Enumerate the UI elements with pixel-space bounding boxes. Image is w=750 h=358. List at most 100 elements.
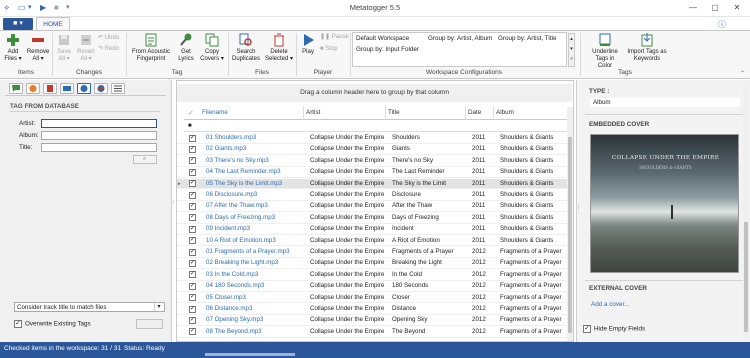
add-files-button[interactable]: Add Files ▾ bbox=[2, 32, 24, 63]
table-row[interactable]: ✓ 06 Disclosure.mp3 Collapse Under the Emp… bbox=[177, 190, 567, 201]
cell-title[interactable]: Fragments of a Prayer bbox=[390, 247, 470, 257]
cell-title[interactable]: Shoulders bbox=[390, 133, 470, 143]
group-by-area[interactable]: Drag a column header here to group by th… bbox=[177, 84, 572, 102]
row-checkbox[interactable]: ✓ bbox=[189, 202, 196, 210]
cell-date[interactable]: 2012 bbox=[470, 281, 498, 291]
cell-title[interactable]: A Riot of Emotion bbox=[390, 236, 470, 246]
table-row[interactable]: ✓ 01 Fragments of a Prayer.mp3 Collapse Un… bbox=[177, 247, 567, 258]
column-header-title[interactable]: Title bbox=[386, 106, 466, 120]
options-tab-icon[interactable] bbox=[111, 83, 125, 94]
tab-home[interactable]: HOME bbox=[36, 17, 70, 31]
collapse-ribbon-icon[interactable]: ⌃ bbox=[740, 70, 745, 77]
cell-artist[interactable]: Collapse Under the Empire bbox=[308, 258, 390, 268]
underline-tags-button[interactable]: Underline Tags in Color bbox=[588, 32, 622, 70]
cell-artist[interactable]: Collapse Under the Empire bbox=[308, 190, 390, 200]
cell-date[interactable]: 2012 bbox=[470, 293, 498, 303]
row-checkbox[interactable]: ✓ bbox=[189, 271, 196, 279]
row-checkbox[interactable]: ✓ bbox=[189, 157, 196, 165]
stop-icon[interactable]: ■ bbox=[54, 3, 59, 12]
workspace-config-item[interactable]: Group by: Artist, Title bbox=[498, 35, 556, 42]
table-row[interactable]: ✓ 10 A Riot of Emotion.mp3 Collapse Under … bbox=[177, 236, 567, 247]
overwrite-checkbox[interactable]: ✓ Overwrite Existing Tags bbox=[14, 320, 91, 328]
table-row[interactable]: ✓ 06 Distance.mp3 Collapse Under the Empir… bbox=[177, 304, 567, 315]
cell-artist[interactable]: Collapse Under the Empire bbox=[308, 281, 390, 291]
cell-date[interactable]: 2011 bbox=[470, 190, 498, 200]
cell-artist[interactable]: Collapse Under the Empire bbox=[308, 247, 390, 257]
splitter-handle[interactable]: ⁞ bbox=[578, 205, 581, 217]
cell-artist[interactable]: Collapse Under the Empire bbox=[308, 293, 390, 303]
minimize-icon[interactable]: — bbox=[685, 2, 701, 14]
pause-button[interactable]: ❚❚ Pause bbox=[320, 34, 349, 41]
row-checkbox[interactable]: ✓ bbox=[189, 316, 196, 324]
cell-title[interactable]: Breaking the Light bbox=[390, 258, 470, 268]
cell-artist[interactable]: Collapse Under the Empire bbox=[308, 270, 390, 280]
cell-date[interactable]: 2011 bbox=[470, 224, 498, 234]
table-row[interactable]: ✓ 03 In the Cold.mp3 Collapse Under the Em… bbox=[177, 270, 567, 281]
cell-filename[interactable]: 07 After the Thaw.mp3 bbox=[204, 201, 308, 211]
cell-album[interactable]: Shoulders & Giants bbox=[498, 144, 567, 154]
row-checkbox[interactable]: ✓ bbox=[189, 294, 196, 302]
cell-artist[interactable]: Collapse Under the Empire bbox=[308, 327, 390, 337]
add-cover-link[interactable]: Add a cover... bbox=[591, 301, 630, 308]
cell-title[interactable]: 180 Seconds bbox=[390, 281, 470, 291]
cell-filename[interactable]: 05 The Sky is the Limit.mp3 bbox=[204, 179, 308, 189]
workspace-config-item[interactable]: Group by: Input Folder bbox=[356, 46, 419, 53]
row-checkbox[interactable]: ✓ bbox=[189, 145, 196, 153]
row-checkbox[interactable]: ✓ bbox=[189, 214, 196, 222]
right-panel-scrollbar[interactable] bbox=[743, 82, 749, 340]
workspace-config-item[interactable]: Group by: Artist, Album bbox=[428, 35, 492, 42]
cell-album[interactable]: Shoulders & Giants bbox=[498, 236, 567, 246]
cell-date[interactable]: 2012 bbox=[470, 247, 498, 257]
match-option-select[interactable]: Consider track title to match files ▾ bbox=[14, 302, 165, 312]
table-row[interactable]: ✓ 03 There's no Sky.mp3 Collapse Under the… bbox=[177, 156, 567, 167]
cell-artist[interactable]: Collapse Under the Empire bbox=[308, 179, 390, 189]
remove-all-button[interactable]: Remove All ▾ bbox=[26, 32, 50, 63]
cell-artist[interactable]: Collapse Under the Empire bbox=[308, 201, 390, 211]
cell-title[interactable]: Opening Sky bbox=[390, 315, 470, 325]
row-checkbox[interactable]: ✓ bbox=[189, 248, 196, 256]
cell-date[interactable]: 2011 bbox=[470, 144, 498, 154]
cell-title[interactable]: The Last Reminder bbox=[390, 167, 470, 177]
cell-artist[interactable]: Collapse Under the Empire bbox=[308, 144, 390, 154]
cell-filename[interactable]: 08 The Beyond.mp3 bbox=[204, 327, 308, 337]
tag-editor-tab-icon[interactable] bbox=[9, 83, 23, 94]
cell-filename[interactable]: 06 Disclosure.mp3 bbox=[204, 190, 308, 200]
cell-artist[interactable]: Collapse Under the Empire bbox=[308, 213, 390, 223]
cell-date[interactable]: 2011 bbox=[470, 156, 498, 166]
title-input[interactable] bbox=[41, 143, 157, 152]
cell-date[interactable]: 2011 bbox=[470, 133, 498, 143]
folder-open-icon[interactable]: ▭ bbox=[18, 3, 26, 12]
column-header-album[interactable]: Album bbox=[494, 106, 568, 120]
hide-empty-fields-checkbox[interactable]: ✓ Hide Empty Fields bbox=[583, 325, 645, 333]
cell-title[interactable]: In the Cold bbox=[390, 270, 470, 280]
apply-button[interactable] bbox=[136, 319, 163, 329]
cell-filename[interactable]: 01 Shoulders.mp3 bbox=[204, 133, 308, 143]
cell-filename[interactable]: 02 Breaking the Light.mp3 bbox=[204, 258, 308, 268]
cell-artist[interactable]: Collapse Under the Empire bbox=[308, 133, 390, 143]
splitter-handle[interactable]: ⁞ bbox=[173, 200, 175, 212]
workspace-config-item[interactable]: Default Workspace bbox=[356, 35, 409, 42]
row-checkbox[interactable]: ✓ bbox=[189, 328, 196, 336]
cell-filename[interactable]: 08 Days of Freezing.mp3 bbox=[204, 213, 308, 223]
cell-date[interactable]: 2011 bbox=[470, 236, 498, 246]
cell-title[interactable]: The Beyond bbox=[390, 327, 470, 337]
row-checkbox[interactable]: ✓ bbox=[189, 168, 196, 176]
row-checkbox[interactable]: ✓ bbox=[189, 282, 196, 290]
cell-filename[interactable]: 10 A Riot of Emotion.mp3 bbox=[204, 236, 308, 246]
row-checkbox[interactable]: ✓ bbox=[189, 134, 196, 142]
cell-artist[interactable]: Collapse Under the Empire bbox=[308, 304, 390, 314]
cell-filename[interactable]: 09 Incident.mp3 bbox=[204, 224, 308, 234]
cell-album[interactable]: Fragments of a Prayer bbox=[498, 258, 567, 268]
cell-title[interactable]: Closer bbox=[390, 293, 470, 303]
redo-button[interactable]: ↷ Redo bbox=[98, 46, 119, 53]
row-checkbox[interactable]: ✓ bbox=[189, 237, 196, 245]
cell-album[interactable]: Fragments of a Prayer bbox=[498, 247, 567, 257]
filename-tab-icon[interactable] bbox=[60, 83, 74, 94]
workspace-scroll-icon[interactable]: ▴ ▾ ▿ bbox=[568, 33, 575, 67]
play-icon[interactable]: ▶ bbox=[40, 3, 46, 12]
database-tab-icon[interactable] bbox=[77, 83, 91, 94]
artist-input[interactable] bbox=[41, 119, 157, 128]
row-checkbox[interactable]: ✓ bbox=[189, 191, 196, 199]
tag-cleaner-tab-icon[interactable] bbox=[26, 83, 40, 94]
table-row[interactable]: ✓ 08 The Beyond.mp3 Collapse Under the Emp… bbox=[177, 327, 567, 338]
